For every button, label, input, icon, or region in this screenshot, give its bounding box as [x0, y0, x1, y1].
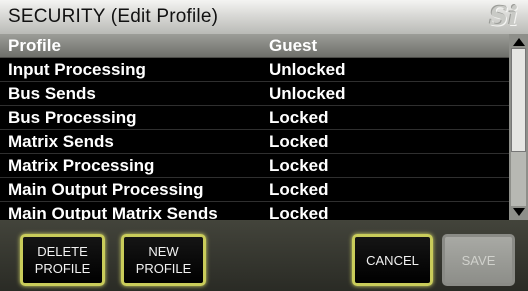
scroll-thumb[interactable]: [511, 48, 526, 152]
row-label: Main Output Matrix Sends: [8, 204, 218, 220]
save-button[interactable]: SAVE: [442, 234, 515, 286]
table-header-row: Profile Guest: [0, 34, 509, 58]
column-header-profile: Profile: [8, 36, 61, 55]
row-label: Matrix Processing: [8, 156, 155, 175]
table-row[interactable]: Input Processing Unlocked: [0, 58, 509, 82]
scroll-down-arrow-icon[interactable]: [513, 208, 525, 216]
table-row[interactable]: Bus Sends Unlocked: [0, 82, 509, 106]
new-profile-button[interactable]: NEW PROFILE: [121, 234, 206, 286]
row-status[interactable]: Locked: [269, 202, 329, 220]
page-title: SECURITY (Edit Profile): [8, 6, 219, 27]
row-label: Matrix Sends: [8, 132, 114, 151]
delete-profile-button[interactable]: DELETE PROFILE: [20, 234, 105, 286]
table-row[interactable]: Main Output Matrix Sends Locked: [0, 202, 509, 220]
table-row[interactable]: Bus Processing Locked: [0, 106, 509, 130]
row-status[interactable]: Unlocked: [269, 58, 346, 81]
cancel-button[interactable]: CANCEL: [352, 234, 433, 286]
row-label: Input Processing: [8, 60, 146, 79]
row-status[interactable]: Unlocked: [269, 82, 346, 105]
row-label: Bus Processing: [8, 108, 137, 127]
profile-table: Profile Guest Input Processing Unlocked …: [0, 34, 509, 220]
table-row[interactable]: Matrix Processing Locked: [0, 154, 509, 178]
security-edit-profile-window: SECURITY (Edit Profile) Si Profile Guest…: [0, 0, 528, 291]
row-label: Main Output Processing: [8, 180, 204, 199]
row-label: Bus Sends: [8, 84, 96, 103]
table-row[interactable]: Matrix Sends Locked: [0, 130, 509, 154]
vertical-scrollbar[interactable]: [509, 34, 528, 220]
button-bar: DELETE PROFILE NEW PROFILE CANCEL SAVE: [0, 220, 528, 291]
row-status[interactable]: Locked: [269, 154, 329, 177]
row-status[interactable]: Locked: [269, 178, 329, 201]
row-status[interactable]: Locked: [269, 106, 329, 129]
title-bar: SECURITY (Edit Profile) Si: [0, 0, 528, 35]
scroll-up-arrow-icon[interactable]: [513, 38, 525, 46]
si-logo: Si: [489, 2, 518, 32]
column-header-guest[interactable]: Guest: [269, 34, 317, 57]
row-status[interactable]: Locked: [269, 130, 329, 153]
table-row[interactable]: Main Output Processing Locked: [0, 178, 509, 202]
